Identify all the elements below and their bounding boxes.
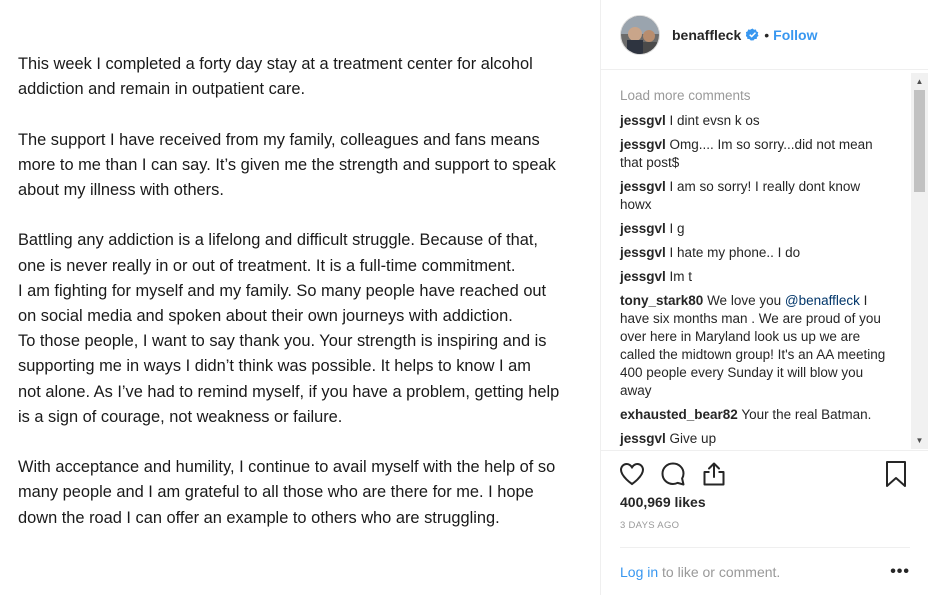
username-link[interactable]: benaffleck (672, 27, 741, 43)
bookmark-icon[interactable] (884, 460, 908, 488)
comment-text: Your the real Batman. (741, 407, 872, 422)
login-prompt-text: to like or comment. (658, 563, 781, 580)
post-header: benaffleck • Follow (601, 0, 928, 70)
comment-item: jessgvl Give up (620, 430, 889, 448)
post-paragraph-1: This week I completed a forty day stay a… (18, 55, 533, 99)
post-image: This week I completed a forty day stay a… (0, 0, 600, 595)
avatar[interactable] (620, 14, 660, 55)
post-timestamp[interactable]: 3 DAYS AGO (620, 520, 679, 531)
more-options-icon[interactable]: ••• (890, 563, 910, 581)
login-prompt: Log in to like or comment. (620, 564, 780, 580)
avatar-photo-icon (621, 15, 659, 54)
post-paragraph-3: Battling any addiction is a lifelong and… (18, 231, 560, 426)
comment-text: I dint evsn k os (669, 113, 760, 128)
scroll-up-arrow-icon[interactable]: ▲ (911, 73, 928, 90)
separator-dot: • (764, 26, 770, 43)
follow-button[interactable]: Follow (773, 27, 817, 43)
comment-item: jessgvl Im t (620, 268, 889, 286)
comment-item: jessgvl Omg.... Im so sorry...did not me… (620, 136, 889, 172)
comment-item: tony_stark80 We love you @benaffleck I h… (620, 292, 889, 400)
comment-username[interactable]: jessgvl (620, 269, 666, 284)
comment-icon[interactable] (659, 460, 687, 488)
heart-icon[interactable] (618, 460, 646, 488)
comment-username[interactable]: jessgvl (620, 221, 666, 236)
comment-item: jessgvl I dint evsn k os (620, 112, 889, 130)
login-link[interactable]: Log in (620, 564, 658, 580)
comment-text: I hate my phone.. I do (669, 245, 801, 260)
likes-count[interactable]: 400,969 likes (620, 494, 706, 510)
login-bar: Log in to like or comment. ••• (620, 547, 910, 595)
comment-username[interactable]: jessgvl (620, 431, 666, 446)
comment-text: We love you (707, 293, 785, 308)
scroll-down-arrow-icon[interactable]: ▼ (911, 432, 928, 449)
comment-username[interactable]: tony_stark80 (620, 293, 703, 308)
comment-item: jessgvl I am so sorry! I really dont kno… (620, 178, 889, 214)
comments-list: Load more comments jessgvl I dint evsn k… (601, 78, 928, 450)
comment-text: Give up (669, 431, 717, 446)
comment-text: I have six months man . We are proud of … (620, 293, 886, 398)
post-paragraph-2: The support I have received from my fami… (18, 130, 556, 199)
comment-username[interactable]: jessgvl (620, 137, 666, 152)
action-icons (618, 460, 728, 488)
load-more-comments-button[interactable]: Load more comments (620, 87, 889, 105)
comment-item: jessgvl I hate my phone.. I do (620, 244, 889, 262)
verified-badge-icon (746, 28, 759, 41)
comment-username[interactable]: jessgvl (620, 113, 666, 128)
comment-text: Im t (669, 269, 693, 284)
comment-username[interactable]: exhausted_bear82 (620, 407, 738, 422)
comments-scrollbar[interactable]: ▲ ▼ (911, 73, 928, 449)
comment-username[interactable]: jessgvl (620, 179, 666, 194)
comment-item: exhausted_bear82 Your the real Batman. (620, 406, 889, 424)
comment-mention-link[interactable]: @benaffleck (785, 293, 860, 308)
scrollbar-thumb[interactable] (914, 90, 925, 192)
comment-username[interactable]: jessgvl (620, 245, 666, 260)
post-actions: 400,969 likes 3 DAYS AGO Log in to like … (601, 450, 928, 595)
post-paragraph-4: With acceptance and humility, I continue… (18, 458, 556, 527)
share-icon[interactable] (700, 460, 728, 488)
comment-item: jessgvl I g (620, 220, 889, 238)
post-sidebar: benaffleck • Follow Load more comments j… (600, 0, 928, 595)
comment-text: I g (669, 221, 685, 236)
